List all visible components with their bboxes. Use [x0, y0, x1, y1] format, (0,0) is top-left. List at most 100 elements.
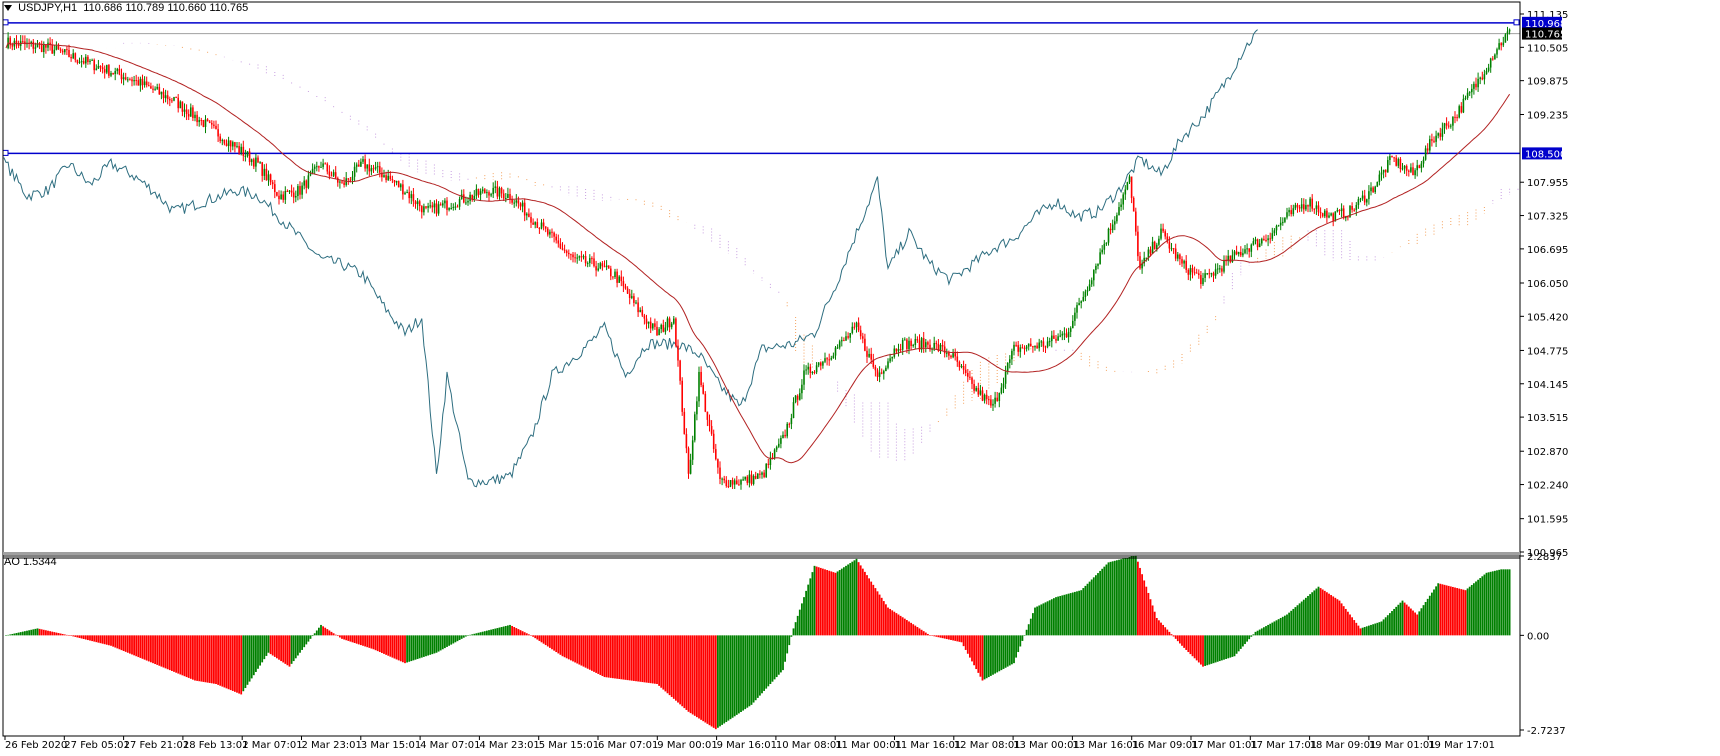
candle-body [729, 480, 732, 487]
candle-body [754, 475, 757, 479]
candle-body [727, 486, 730, 488]
ao-bar [189, 635, 192, 679]
candle-body [706, 411, 709, 420]
ao-bar [639, 635, 642, 682]
candle-body [876, 370, 879, 377]
ao-bar [1130, 556, 1133, 636]
candle-body [683, 411, 686, 435]
ao-bar [465, 635, 467, 637]
ao-bar [670, 635, 673, 697]
candle-body [313, 166, 316, 169]
candle-body [372, 168, 375, 170]
ao-bar [360, 635, 362, 646]
ao-bar [1204, 635, 1206, 666]
candle-body [838, 341, 841, 348]
ao-bar [290, 635, 293, 664]
pane-separator[interactable] [3, 552, 1520, 555]
ao-bar [259, 635, 261, 666]
candle-body [559, 243, 562, 249]
ao-bar [1231, 635, 1234, 657]
ao-bar [994, 635, 996, 674]
candle-body [22, 41, 24, 43]
chart-window[interactable]: 111.135 110.505 109.875 109.235 107.955 107.3… [0, 0, 1720, 751]
ao-bar [689, 635, 692, 714]
candle-body [1126, 182, 1129, 190]
candle-body [1095, 265, 1097, 271]
ao-bar [832, 572, 835, 636]
dropdown-triangle-icon[interactable] [4, 5, 12, 12]
ao-bar [332, 633, 335, 636]
candle-body [1151, 241, 1154, 254]
ao-bar [1225, 635, 1227, 659]
level-handle-right[interactable] [1513, 19, 1520, 26]
level-handle-left[interactable] [2, 19, 9, 26]
ao-bar [1160, 622, 1162, 636]
candle-body [1395, 157, 1397, 166]
ao-bar [1468, 586, 1471, 636]
ao-bar [918, 628, 921, 636]
ao-bar [723, 635, 726, 724]
ao-bar [515, 628, 518, 636]
candle-body [1492, 58, 1494, 60]
candle-body [1282, 221, 1284, 223]
ao-bar [893, 611, 896, 636]
ao-bar [450, 635, 453, 645]
ao-bar [1034, 607, 1036, 636]
ao-bar [1137, 561, 1139, 636]
chart-canvas[interactable]: 111.135110.505109.875109.235107.955107.3… [0, 0, 1720, 751]
candle-body [444, 200, 446, 204]
candle-body [95, 68, 98, 71]
ao-header: AO 1.5344 [4, 556, 57, 568]
ao-bar [1441, 584, 1444, 636]
ao-bar [1032, 613, 1034, 636]
candle-body [985, 394, 988, 400]
candle-body [647, 321, 650, 324]
candle-body [553, 232, 555, 237]
ao-bar [985, 635, 988, 679]
ao-bar [813, 565, 816, 636]
ao-bar [439, 635, 442, 651]
ao-bar [987, 635, 990, 678]
ao-bar [1078, 590, 1080, 636]
ao-bar [979, 635, 982, 677]
ao-bar [181, 635, 184, 676]
candle-body [1219, 268, 1221, 270]
candle-body [103, 69, 106, 73]
candle-body [364, 159, 366, 169]
ao-bar [1473, 583, 1475, 636]
candle-body [1118, 207, 1120, 216]
candle-body [786, 423, 788, 437]
ao-bar [1445, 585, 1448, 636]
candle-body [580, 256, 583, 258]
candle-body [847, 336, 849, 338]
level-handle-left[interactable] [2, 149, 9, 156]
ao-bar [1485, 572, 1488, 636]
ao-bar [939, 635, 942, 638]
ao-bar [229, 635, 232, 691]
candle-body [866, 350, 868, 357]
ao-bar [1359, 628, 1362, 636]
candle-body [32, 41, 35, 49]
ao-bar [1029, 618, 1032, 636]
ao-bar [1017, 635, 1020, 653]
ao-bar [1143, 580, 1146, 636]
ao-bar [357, 635, 360, 645]
ao-bar [1317, 586, 1320, 636]
ao-bar [708, 635, 711, 726]
candle-body [1403, 165, 1406, 169]
candle-body [1370, 187, 1372, 192]
candle-body [1015, 344, 1017, 346]
candle-body [490, 194, 492, 196]
candle-body [320, 166, 322, 168]
ao-bar [727, 635, 730, 721]
candle-body [192, 107, 194, 119]
candle-body [540, 222, 543, 229]
candle-body [1502, 42, 1505, 46]
ao-bar [162, 635, 165, 668]
ao-bar [601, 635, 604, 677]
ao-bar [410, 635, 413, 662]
candle-body [1107, 228, 1110, 243]
time-tick-label: 16 Mar 09:01 [1132, 740, 1199, 751]
candle-body [1099, 252, 1101, 264]
candle-body [120, 74, 123, 80]
